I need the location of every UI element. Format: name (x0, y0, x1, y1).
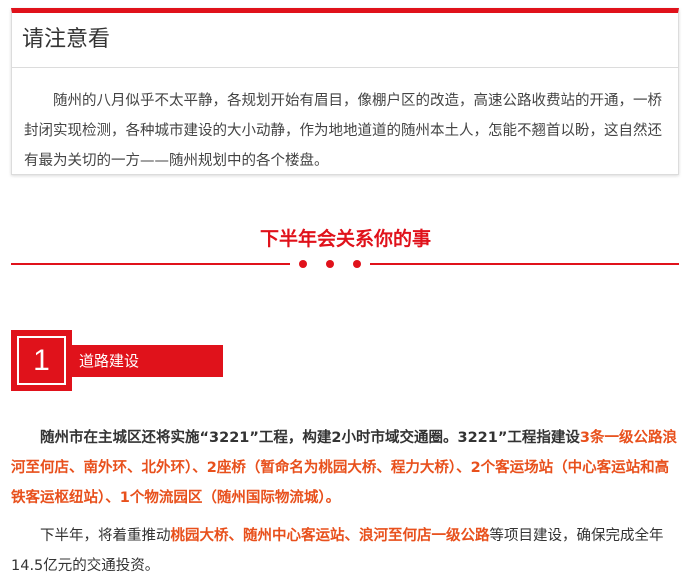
item-label-banner: 道路建设 (72, 345, 223, 377)
item-number: 1 (17, 336, 66, 385)
divider-dots (290, 257, 370, 271)
paragraph-investment: 下半年，将着重推动桃园大桥、随州中心客运站、浪河至何店一级公路等项目建设，确保完… (11, 521, 679, 581)
notice-title: 请注意看 (12, 13, 678, 68)
paragraph-highlight: 桃园大桥、随州中心客运站、浪河至何店一级公路 (170, 528, 490, 544)
dot-icon (325, 260, 334, 268)
paragraph-text: 随州市在主城区还将实施“3221”工程，构建2小时市域交通圈。3221”工程指建… (40, 430, 580, 446)
paragraph-text: 下半年，将着重推动 (40, 528, 171, 544)
notice-body: 随州的八月似乎不太平静，各规划开始有眉目，像棚户区的改造，高速公路收费站的开通，… (24, 93, 662, 169)
paragraph-road-plan: 随州市在主城区还将实施“3221”工程，构建2小时市域交通圈。3221”工程指建… (11, 423, 679, 513)
item-number-box: 1 (11, 330, 72, 391)
notice-card: 请注意看 随州的八月似乎不太平静，各规划开始有眉目，像棚户区的改造，高速公路收费… (11, 8, 679, 175)
dot-icon (299, 260, 308, 268)
section-title: 下半年会关系你的事 (259, 228, 431, 250)
dot-icon (352, 260, 361, 268)
